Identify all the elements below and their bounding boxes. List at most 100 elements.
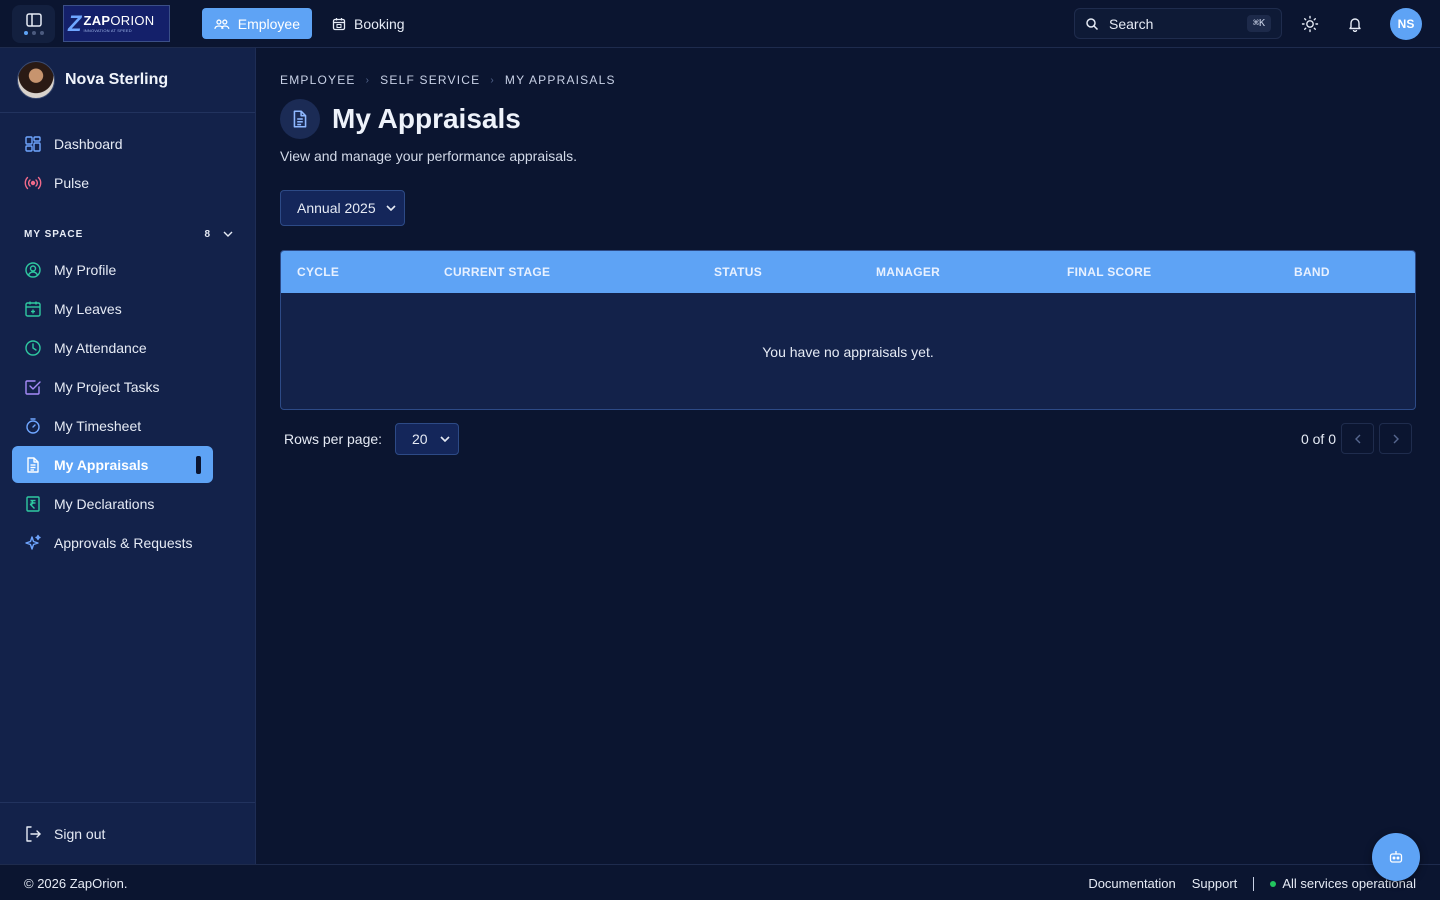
chevron-right-icon: › bbox=[490, 74, 495, 86]
column-header-final-score[interactable]: FINAL SCORE bbox=[1067, 265, 1151, 279]
sidebar-item-label: My Timesheet bbox=[54, 417, 142, 434]
sidebar-item-label: Approvals & Requests bbox=[54, 534, 193, 551]
tab-employee[interactable]: Employee bbox=[202, 8, 312, 39]
robot-icon bbox=[1389, 851, 1403, 863]
logo-name-rest: ORION bbox=[110, 13, 155, 28]
column-header-current-stage[interactable]: CURRENT STAGE bbox=[444, 265, 550, 279]
cycle-select-value: Annual 2025 bbox=[297, 200, 376, 216]
sidebar-item-label: Dashboard bbox=[54, 135, 123, 152]
sidebar-item-label: My Project Tasks bbox=[54, 378, 160, 395]
page-icon bbox=[280, 99, 320, 139]
main-content: EMPLOYEE › SELF SERVICE › MY APPRAISALS … bbox=[280, 48, 1416, 455]
tab-employee-label: Employee bbox=[237, 15, 300, 32]
sidebar-item-my-appraisals[interactable]: My Appraisals bbox=[12, 446, 213, 483]
user-circle-icon bbox=[25, 261, 41, 278]
rows-per-page-label: Rows per page: bbox=[284, 431, 383, 447]
rows-per-page-select[interactable]: 20 bbox=[395, 423, 459, 455]
column-header-status[interactable]: STATUS bbox=[714, 265, 762, 279]
column-header-band[interactable]: BAND bbox=[1294, 265, 1330, 279]
page-title: My Appraisals bbox=[332, 103, 521, 134]
sidebar-item-my-project-tasks[interactable]: My Project Tasks bbox=[12, 368, 243, 405]
sidebar-item-label: My Appraisals bbox=[54, 456, 149, 473]
broadcast-icon bbox=[24, 176, 42, 189]
footer: © 2026 ZapOrion. Documentation Support A… bbox=[0, 864, 1440, 900]
sidebar-user[interactable]: Nova Sterling bbox=[0, 48, 255, 113]
user-avatar-button[interactable]: NS bbox=[1390, 8, 1422, 40]
sidebar-item-label: My Profile bbox=[54, 261, 117, 278]
sidebar-item-my-leaves[interactable]: My Leaves bbox=[12, 290, 243, 327]
sign-out-button[interactable]: Sign out bbox=[0, 802, 255, 864]
section-my-space[interactable]: MY SPACE 8 bbox=[12, 219, 243, 249]
copyright: © 2026 ZapOrion. bbox=[24, 876, 128, 891]
sidebar-toggle-button[interactable] bbox=[12, 5, 55, 43]
document-icon bbox=[293, 110, 307, 128]
tab-booking[interactable]: Booking bbox=[320, 8, 417, 39]
tab-booking-label: Booking bbox=[354, 15, 405, 32]
avatar bbox=[17, 61, 55, 99]
page-info: 0 of 0 bbox=[1300, 431, 1336, 447]
sidebar-item-label: Pulse bbox=[54, 174, 90, 191]
sun-icon bbox=[1301, 15, 1319, 33]
chevron-right-icon bbox=[1393, 434, 1399, 443]
app-logo[interactable]: Z ZAPORION INNOVATION AT SPEED bbox=[63, 5, 170, 42]
search-icon bbox=[1086, 17, 1099, 30]
users-icon bbox=[214, 18, 230, 29]
checkbox-icon bbox=[25, 379, 41, 395]
stopwatch-icon bbox=[26, 417, 40, 434]
search-button[interactable]: Search ⌘K bbox=[1074, 8, 1282, 39]
sidebar-item-my-profile[interactable]: My Profile bbox=[12, 251, 243, 288]
support-link[interactable]: Support bbox=[1192, 876, 1238, 891]
page-subtitle: View and manage your performance apprais… bbox=[280, 148, 578, 164]
logo-mark: Z bbox=[68, 10, 82, 36]
breadcrumb: EMPLOYEE › SELF SERVICE › MY APPRAISALS bbox=[280, 73, 1416, 87]
logo-tagline: INNOVATION AT SPEED bbox=[83, 28, 132, 33]
footer-divider bbox=[1253, 876, 1255, 891]
previous-page-button[interactable] bbox=[1341, 423, 1374, 454]
breadcrumb-item: MY APPRAISALS bbox=[504, 73, 616, 87]
section-count-badge: 8 bbox=[204, 228, 211, 240]
column-header-manager[interactable]: MANAGER bbox=[876, 265, 940, 279]
sign-out-icon bbox=[26, 825, 41, 842]
next-page-button[interactable] bbox=[1379, 423, 1412, 454]
workspace-dots bbox=[23, 31, 44, 35]
sidebar-nav: Dashboard Pulse MY SPACE 8 My Profile My… bbox=[0, 113, 255, 561]
empty-state-message: You have no appraisals yet. bbox=[762, 343, 934, 360]
sidebar-panel-icon bbox=[25, 13, 42, 27]
sidebar-item-my-timesheet[interactable]: My Timesheet bbox=[12, 407, 243, 444]
sidebar-item-approvals-requests[interactable]: Approvals & Requests bbox=[12, 524, 243, 561]
dashboard-icon bbox=[25, 135, 41, 152]
sparkles-icon bbox=[25, 534, 41, 550]
sidebar-item-dashboard[interactable]: Dashboard bbox=[12, 125, 243, 162]
notifications-button[interactable] bbox=[1343, 12, 1367, 36]
breadcrumb-item[interactable]: SELF SERVICE bbox=[380, 73, 480, 87]
search-label: Search bbox=[1109, 15, 1154, 32]
bell-icon bbox=[1349, 18, 1361, 32]
user-name: Nova Sterling bbox=[65, 71, 169, 88]
rows-per-page-value: 20 bbox=[412, 431, 428, 447]
sign-out-label: Sign out bbox=[54, 825, 106, 842]
pagination: Rows per page: 20 0 of 0 bbox=[280, 423, 1416, 455]
assistant-chat-button[interactable] bbox=[1372, 833, 1420, 881]
chevron-down-icon bbox=[223, 231, 233, 237]
top-bar: Z ZAPORION INNOVATION AT SPEED Employee … bbox=[0, 0, 1440, 48]
breadcrumb-item[interactable]: EMPLOYEE bbox=[280, 73, 356, 87]
sidebar-item-pulse[interactable]: Pulse bbox=[12, 164, 243, 201]
cycle-select[interactable]: Annual 2025 bbox=[280, 190, 405, 226]
page-header: My Appraisals bbox=[280, 99, 1416, 139]
documentation-link[interactable]: Documentation bbox=[1088, 876, 1175, 891]
footer-links: Documentation Support All services opera… bbox=[1088, 876, 1416, 891]
sidebar-item-my-attendance[interactable]: My Attendance bbox=[12, 329, 243, 366]
sidebar-item-label: My Leaves bbox=[54, 300, 122, 317]
appraisals-table: CYCLE CURRENT STAGE STATUS MANAGER FINAL… bbox=[280, 250, 1416, 410]
search-shortcut: ⌘K bbox=[1246, 15, 1271, 32]
chevron-left-icon bbox=[1354, 434, 1360, 443]
sidebar-item-my-declarations[interactable]: My Declarations bbox=[12, 485, 243, 522]
rupee-document-icon bbox=[26, 495, 40, 512]
sidebar: Nova Sterling Dashboard Pulse MY SPACE 8… bbox=[0, 48, 256, 864]
theme-toggle-button[interactable] bbox=[1298, 12, 1322, 36]
status-dot-icon bbox=[1270, 880, 1277, 887]
active-indicator bbox=[196, 456, 201, 474]
column-header-cycle[interactable]: CYCLE bbox=[297, 265, 339, 279]
section-title: MY SPACE bbox=[24, 228, 84, 240]
chevron-down-icon bbox=[386, 205, 396, 211]
